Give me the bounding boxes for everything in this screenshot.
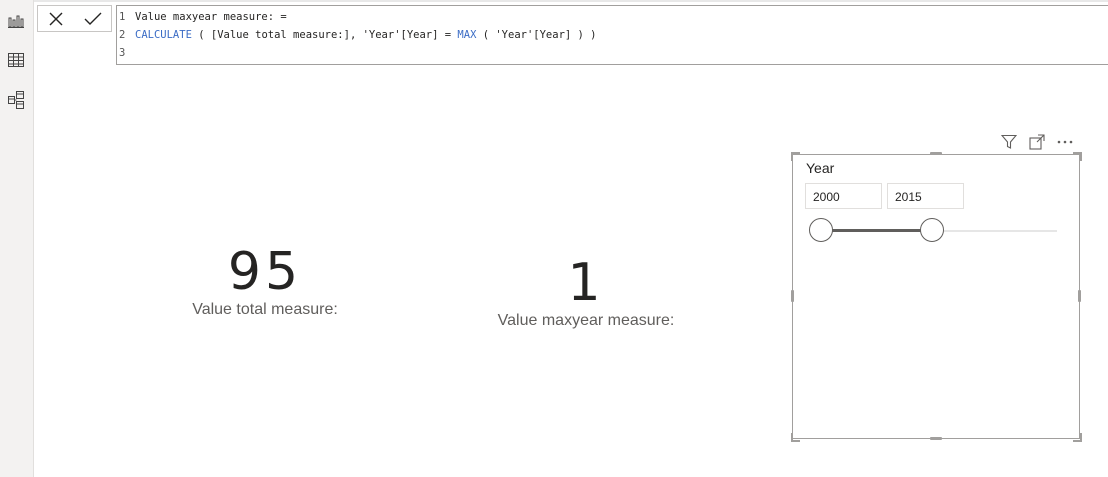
filter-button[interactable]: [1000, 133, 1018, 151]
card-label: Value total measure:: [192, 301, 338, 318]
model-icon: [8, 91, 24, 109]
code-text: Value maxyear measure: =: [135, 11, 287, 23]
formula-actions: [37, 5, 112, 32]
dax-function: CALCULATE: [135, 29, 192, 41]
resize-handle-bottom-right[interactable]: [1073, 433, 1082, 442]
resize-handle-top-left[interactable]: [791, 152, 800, 161]
close-icon: [49, 12, 63, 25]
visual-header: [1000, 132, 1080, 152]
code-line: 1 Value maxyear measure: =: [117, 8, 1108, 26]
slicer-title: Year: [806, 160, 835, 176]
code-text: ( [Value total measure:], 'Year'[Year] =: [191, 29, 458, 41]
data-view-button[interactable]: [4, 48, 28, 72]
card-visual-total[interactable]: 95 Value total measure:: [165, 244, 365, 320]
resize-handle-top-right[interactable]: [1073, 152, 1082, 161]
resize-handle-right[interactable]: [1078, 290, 1081, 302]
resize-handle-bottom[interactable]: [930, 437, 942, 440]
card-value: 1: [567, 253, 605, 313]
code-text: ( 'Year'[Year] ) ): [476, 29, 597, 41]
slider-start-handle[interactable]: [809, 218, 833, 242]
checkmark-icon: [84, 12, 102, 25]
focus-mode-button[interactable]: [1028, 133, 1046, 151]
slider-range-fill: [823, 229, 933, 232]
commit-button[interactable]: [81, 8, 105, 30]
card-label: Value maxyear measure:: [497, 312, 675, 329]
line-number: 2: [119, 29, 126, 41]
card-value: 95: [227, 242, 303, 302]
dax-formula-editor[interactable]: 1 Value maxyear measure: = 2 CALCULATE (…: [116, 5, 1108, 65]
report-view-button[interactable]: [4, 9, 28, 33]
dax-function: MAX: [457, 29, 477, 41]
top-strip: [33, 0, 1108, 2]
code-line: 3: [117, 44, 1108, 62]
data-icon: [8, 53, 24, 67]
focus-mode-icon: [1029, 134, 1045, 150]
more-options-button[interactable]: [1056, 133, 1074, 151]
model-view-button[interactable]: [4, 88, 28, 112]
filter-icon: [1001, 134, 1017, 149]
line-number: 3: [119, 47, 126, 59]
report-icon: [8, 15, 24, 28]
code-line: 2 CALCULATE ( [Value total measure:], 'Y…: [117, 26, 1108, 44]
cancel-button[interactable]: [44, 8, 68, 30]
resize-handle-bottom-left[interactable]: [791, 433, 800, 442]
year-slicer[interactable]: Year 2000 2015: [792, 154, 1080, 439]
slider-end-handle[interactable]: [920, 218, 944, 242]
line-number: 1: [119, 11, 126, 23]
resize-handle-top[interactable]: [930, 152, 942, 155]
card-visual-maxyear[interactable]: 1 Value maxyear measure:: [486, 255, 686, 331]
more-options-icon: [1057, 140, 1073, 144]
start-value-input[interactable]: 2000: [805, 183, 882, 209]
resize-handle-left[interactable]: [791, 290, 794, 302]
left-nav-rail: [0, 0, 34, 477]
end-value-input[interactable]: 2015: [887, 183, 964, 209]
